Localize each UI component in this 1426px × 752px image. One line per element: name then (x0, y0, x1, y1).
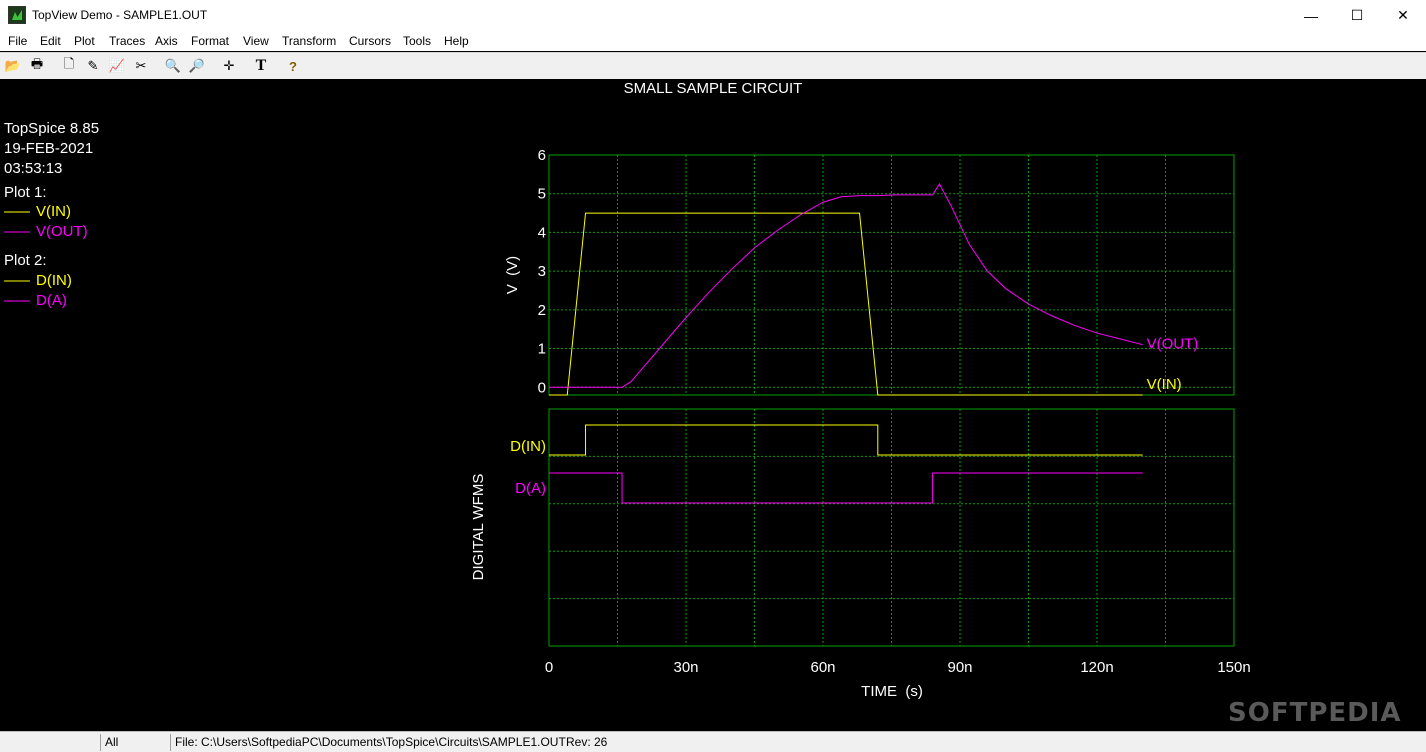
pen-icon: ✎ (87, 58, 99, 73)
y-tick-label: 4 (538, 224, 546, 241)
x-tick-label: 90n (947, 659, 972, 676)
series-label: V(OUT) (1147, 336, 1199, 353)
zoom-in-icon: 🔍 (164, 58, 182, 73)
trace-chart-icon: 📈 (108, 58, 126, 73)
menu-edit[interactable]: Edit (40, 34, 61, 48)
app-icon[interactable] (8, 6, 26, 24)
open-icon: 📂 (4, 58, 22, 73)
digital-trace-din (549, 424, 1143, 456)
status-divider (170, 734, 171, 751)
digital-trace-label: D(IN) (510, 438, 546, 455)
window-title: TopView Demo - SAMPLE1.OUT (32, 8, 208, 22)
close-button[interactable]: ✕ (1380, 0, 1426, 31)
y-tick-label: 6 (538, 147, 546, 164)
toolbar: 📂 🖶 🗋 ✎ 📈 ✂ 🔍 🔎 ✛ T ? (0, 52, 1426, 79)
menu-bar: File Edit Plot Traces Axis Format View T… (0, 31, 1426, 51)
legend-item: V(IN) (36, 203, 71, 220)
status-file: File: C:\Users\SoftpediaPC\Documents\Top… (175, 735, 566, 749)
status-divider (100, 734, 101, 751)
title-bar: TopView Demo - SAMPLE1.OUT — ☐ ✕ (0, 0, 1426, 31)
plot-area[interactable]: SMALL SAMPLE CIRCUIT TopSpice 8.85 19-FEB-… (0, 79, 1426, 731)
menu-file[interactable]: File (8, 34, 27, 48)
y-axis-label: V (V) (504, 256, 521, 294)
legend-item: D(IN) (36, 272, 72, 289)
menu-cursors[interactable]: Cursors (349, 34, 391, 48)
document-icon: 🗋 (63, 56, 75, 71)
document-button[interactable]: 🗋 (59, 56, 79, 76)
print-icon: 🖶 (30, 56, 44, 71)
close-icon: ✕ (1397, 7, 1409, 23)
digital-axis-label: DIGITAL WFMS (470, 474, 487, 581)
menu-tools[interactable]: Tools (403, 34, 431, 48)
run-time: 03:53:13 (4, 160, 62, 177)
help-icon: ? (289, 58, 297, 74)
minimize-button[interactable]: — (1288, 0, 1334, 31)
print-button[interactable]: 🖶 (27, 56, 47, 76)
digital-trace-da (549, 472, 1143, 504)
zoom-in-button[interactable]: 🔍 (163, 56, 183, 76)
x-tick-label: 150n (1217, 659, 1250, 676)
digital-trace-label: D(A) (515, 480, 546, 497)
series-line-vin (549, 212, 1143, 396)
crosshair-icon: ✛ (223, 58, 235, 73)
maximize-icon: ☐ (1350, 7, 1364, 23)
zoom-out-icon: 🔎 (188, 58, 206, 73)
x-tick-label: 0 (545, 659, 553, 676)
plot-title: SMALL SAMPLE CIRCUIT (624, 80, 803, 97)
x-tick-label: 60n (810, 659, 835, 676)
series-label: V(IN) (1147, 376, 1182, 393)
legend-item: D(A) (36, 292, 67, 309)
zoom-out-button[interactable]: 🔎 (187, 56, 207, 76)
watermark-logo: SOFTPEDIA (1228, 698, 1402, 728)
minimize-icon: — (1304, 7, 1318, 24)
y-tick-label: 0 (538, 379, 546, 396)
help-button[interactable]: ? (283, 56, 303, 76)
run-date: 19-FEB-2021 (4, 140, 93, 157)
x-tick-label: 30n (673, 659, 698, 676)
y-tick-label: 5 (538, 186, 546, 203)
cursor-button[interactable]: ✛ (219, 56, 239, 76)
menu-help[interactable]: Help (444, 34, 469, 48)
menu-transform[interactable]: Transform (282, 34, 336, 48)
scissors-icon: ✂ (135, 58, 147, 73)
open-button[interactable]: 📂 (3, 56, 23, 76)
y-tick-label: 3 (538, 263, 546, 280)
legend-plot1-label: Plot 1: (4, 184, 47, 201)
maximize-button[interactable]: ☐ (1334, 0, 1380, 31)
x-axis-label: TIME (s) (861, 683, 923, 700)
y-tick-label: 2 (538, 302, 546, 319)
pen-button[interactable]: ✎ (83, 56, 103, 76)
status-bar: All File: C:\Users\SoftpediaPC\Documents… (0, 731, 1426, 752)
plot-canvas[interactable]: SMALL SAMPLE CIRCUIT TopSpice 8.85 19-FEB-… (0, 79, 1426, 731)
legend-plot2-label: Plot 2: (4, 252, 47, 269)
y-tick-label: 1 (538, 341, 546, 358)
traces-button[interactable]: 📈 (107, 56, 127, 76)
text-icon: T (255, 57, 267, 74)
status-rev: Rev: 26 (566, 735, 608, 749)
text-button[interactable]: T (251, 56, 271, 76)
menu-format[interactable]: Format (191, 34, 229, 48)
x-tick-label: 120n (1080, 659, 1113, 676)
program-version: TopSpice 8.85 (4, 120, 99, 137)
cut-button[interactable]: ✂ (131, 56, 151, 76)
menu-traces[interactable]: Traces (109, 34, 145, 48)
menu-plot[interactable]: Plot (74, 34, 95, 48)
menu-axis[interactable]: Axis (155, 34, 178, 48)
menu-view[interactable]: View (243, 34, 269, 48)
status-mode: All (105, 735, 119, 749)
series-line-vout (549, 183, 1143, 388)
legend-item: V(OUT) (36, 223, 88, 240)
